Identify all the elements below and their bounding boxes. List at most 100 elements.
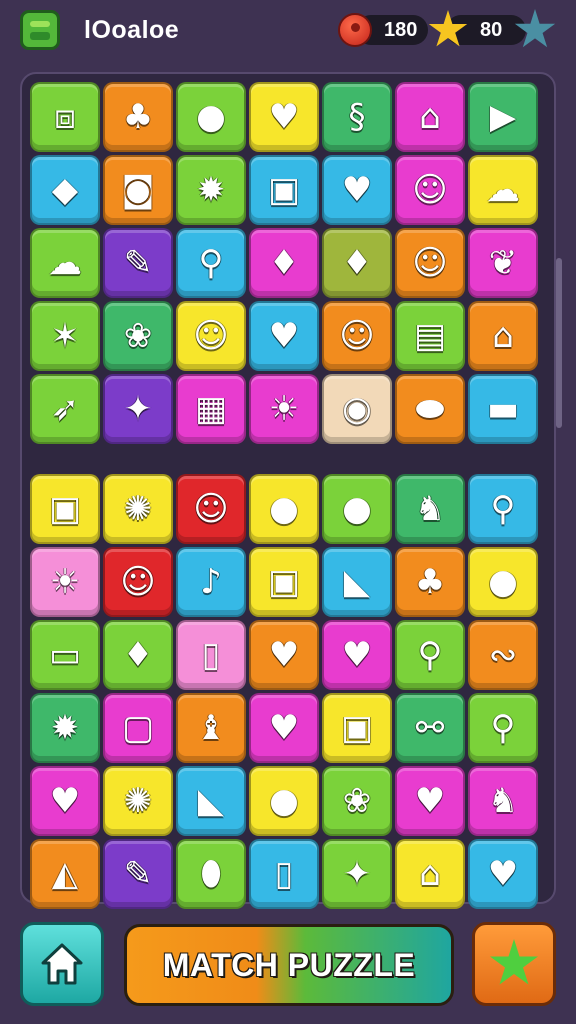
game-tile[interactable]: ⬮	[176, 839, 246, 909]
game-tile[interactable]: ✹	[176, 155, 246, 225]
game-tile[interactable]: ▯	[176, 620, 246, 690]
game-tile[interactable]: ✎	[103, 228, 173, 298]
game-tile[interactable]: ♝	[176, 693, 246, 763]
game-tile[interactable]: ⌂	[395, 82, 465, 152]
game-tile[interactable]: ♥	[249, 693, 319, 763]
game-tile[interactable]: ⬬	[395, 374, 465, 444]
game-tile[interactable]: ⧈	[30, 82, 100, 152]
game-tile[interactable]: ☺	[103, 547, 173, 617]
game-tile[interactable]: ✦	[322, 839, 392, 909]
board-scrollbar[interactable]	[556, 258, 562, 428]
hint-button[interactable]	[472, 922, 556, 1006]
game-tile[interactable]: ♥	[395, 766, 465, 836]
tube-icon: ✎	[123, 854, 153, 894]
game-tile[interactable]: ◆	[30, 155, 100, 225]
game-tile[interactable]: ❀	[322, 766, 392, 836]
game-tile[interactable]: ▤	[395, 301, 465, 371]
game-tile[interactable]: ✎	[103, 839, 173, 909]
bottom-bar: MATCH PUZZLE	[0, 918, 576, 1018]
green-orb-icon: ●	[196, 97, 226, 137]
game-tile[interactable]: ♥	[30, 766, 100, 836]
game-tile[interactable]: ☁	[30, 228, 100, 298]
game-tile[interactable]: ✺	[103, 766, 173, 836]
game-tile[interactable]: ⚲	[468, 693, 538, 763]
toaster-icon: ▤	[413, 316, 447, 356]
game-tile[interactable]: ✦	[103, 374, 173, 444]
game-tile[interactable]: ♦	[103, 620, 173, 690]
shooting-star-icon: ✦	[342, 854, 372, 894]
house-icon: ⌂	[492, 316, 514, 356]
radio-icon: ▣	[340, 708, 374, 748]
dino-icon: ♞	[487, 781, 519, 821]
game-tile[interactable]: ●	[176, 82, 246, 152]
game-tile[interactable]: ⚲	[395, 620, 465, 690]
game-tile[interactable]: ▶	[468, 82, 538, 152]
pot-icon: ◙	[121, 170, 155, 210]
heart-icon: ♥	[414, 781, 446, 821]
game-tile[interactable]: ●	[249, 766, 319, 836]
game-tile[interactable]: ☺	[176, 301, 246, 371]
game-tile[interactable]: ⚲	[176, 228, 246, 298]
radio-icon: ▣	[48, 489, 82, 529]
green-star-icon	[490, 939, 538, 985]
game-tile[interactable]: ✹	[30, 693, 100, 763]
game-tile[interactable]: ◣	[322, 547, 392, 617]
game-tile[interactable]: ♣	[103, 82, 173, 152]
game-tile[interactable]: ▯	[249, 839, 319, 909]
game-tile[interactable]: ♥	[322, 155, 392, 225]
crab-icon: ✺	[123, 781, 153, 821]
game-tile[interactable]: ☀	[30, 547, 100, 617]
match-puzzle-button[interactable]: MATCH PUZZLE	[124, 924, 454, 1006]
game-tile[interactable]: ☺	[176, 474, 246, 544]
game-tile[interactable]: ●	[468, 547, 538, 617]
game-tile[interactable]: ☺	[322, 301, 392, 371]
match-puzzle-label: MATCH PUZZLE	[162, 946, 416, 983]
game-tile[interactable]: ▭	[30, 620, 100, 690]
game-tile[interactable]: ♥	[249, 620, 319, 690]
lollipop-icon: ⚲	[490, 489, 516, 529]
game-tile[interactable]: §	[322, 82, 392, 152]
game-tile[interactable]: ✶	[30, 301, 100, 371]
game-tile[interactable]: ▣	[249, 155, 319, 225]
game-tile[interactable]: ➶	[30, 374, 100, 444]
home-button[interactable]	[20, 922, 104, 1006]
game-tile[interactable]: ◉	[322, 374, 392, 444]
game-tile[interactable]: ◭	[30, 839, 100, 909]
game-tile[interactable]: ▢	[103, 693, 173, 763]
game-tile[interactable]: ♦	[322, 228, 392, 298]
game-tile[interactable]: ▣	[249, 547, 319, 617]
game-tile[interactable]: ✺	[103, 474, 173, 544]
game-tile[interactable]: ⚲	[468, 474, 538, 544]
gift-box-icon: ⧈	[54, 97, 76, 137]
droplet-icon: ♦	[341, 243, 373, 283]
game-tile[interactable]: ♥	[468, 839, 538, 909]
game-tile[interactable]: ☺	[395, 155, 465, 225]
game-tile[interactable]: ♥	[249, 301, 319, 371]
game-tile[interactable]: ⌂	[468, 301, 538, 371]
game-tile[interactable]: ❀	[103, 301, 173, 371]
game-tile[interactable]: ♥	[322, 620, 392, 690]
game-tile[interactable]: ♞	[468, 766, 538, 836]
game-tile[interactable]: ♦	[249, 228, 319, 298]
game-tile[interactable]: ❦	[468, 228, 538, 298]
game-tile[interactable]: ▣	[322, 693, 392, 763]
game-tile[interactable]: ◣	[176, 766, 246, 836]
game-tile[interactable]: ⌂	[395, 839, 465, 909]
game-tile[interactable]: ●	[322, 474, 392, 544]
game-tile[interactable]: ◙	[103, 155, 173, 225]
game-tile[interactable]: ▬	[468, 374, 538, 444]
game-tile[interactable]: ∾	[468, 620, 538, 690]
game-tile[interactable]: ♞	[395, 474, 465, 544]
game-tile[interactable]: ●	[249, 474, 319, 544]
game-tile[interactable]: ⚯	[395, 693, 465, 763]
game-tile[interactable]: ☁	[468, 155, 538, 225]
game-tile[interactable]: ♥	[249, 82, 319, 152]
block-stack-icon[interactable]	[20, 10, 60, 50]
sun-face-icon: ☀	[49, 562, 81, 602]
game-tile[interactable]: ▦	[176, 374, 246, 444]
game-tile[interactable]: ☺	[395, 228, 465, 298]
game-tile[interactable]: ♣	[395, 547, 465, 617]
game-tile[interactable]: ☀	[249, 374, 319, 444]
game-tile[interactable]: ♪	[176, 547, 246, 617]
game-tile[interactable]: ▣	[30, 474, 100, 544]
